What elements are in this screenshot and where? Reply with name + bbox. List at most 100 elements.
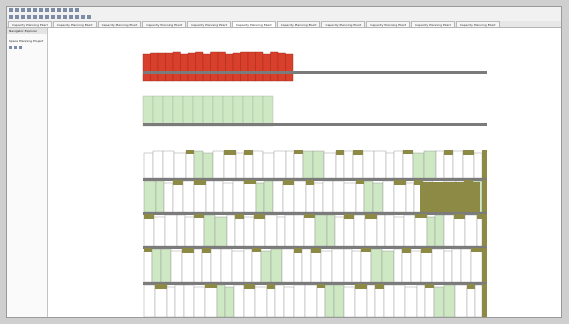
product-top-stock[interactable] [155, 284, 167, 289]
product-facing[interactable] [305, 180, 315, 213]
toolbar-icon[interactable] [69, 15, 73, 19]
product-facing[interactable] [270, 51, 279, 82]
product-top-stock[interactable] [444, 150, 453, 155]
product-facing[interactable] [281, 248, 295, 283]
product-facing[interactable] [362, 150, 375, 179]
refresh-icon[interactable] [19, 46, 22, 49]
product-facing[interactable] [313, 182, 324, 213]
product-facing[interactable] [352, 152, 364, 179]
product-top-stock[interactable] [375, 284, 384, 289]
shelf-icon[interactable] [45, 8, 49, 12]
product-facing[interactable] [152, 95, 164, 127]
product-facing[interactable] [254, 286, 268, 317]
product-top-stock[interactable] [244, 180, 256, 184]
product-facing-highlight[interactable] [302, 150, 314, 179]
product-facing[interactable] [274, 284, 285, 317]
product-top-stock[interactable] [294, 150, 303, 154]
product-top-stock[interactable] [311, 248, 321, 253]
product-facing[interactable] [262, 53, 271, 82]
product-facing[interactable] [343, 214, 355, 247]
product-facing[interactable] [152, 150, 164, 179]
product-facing[interactable] [264, 214, 278, 247]
product-facing[interactable] [293, 250, 303, 283]
product-facing[interactable] [277, 52, 286, 82]
product-top-stock[interactable] [144, 248, 152, 252]
product-facing[interactable] [466, 286, 476, 317]
product-facing-highlight[interactable] [326, 214, 336, 247]
toolbar-icon[interactable] [21, 15, 25, 19]
product-facing[interactable] [460, 248, 472, 283]
product-facing-highlight[interactable] [443, 284, 456, 317]
product-facing[interactable] [223, 150, 237, 179]
product-facing[interactable] [316, 286, 326, 317]
product-top-stock[interactable] [477, 214, 482, 219]
product-facing[interactable] [331, 248, 345, 283]
product-facing[interactable] [234, 214, 245, 247]
product-facing[interactable] [402, 150, 414, 179]
product-facing[interactable] [464, 214, 478, 247]
product-facing[interactable] [420, 248, 433, 283]
product-top-stock[interactable] [304, 214, 315, 218]
product-facing-highlight[interactable] [160, 248, 172, 283]
product-facing[interactable] [474, 284, 483, 317]
product-facing-highlight[interactable] [255, 182, 265, 213]
product-facing[interactable] [143, 214, 155, 247]
product-facing[interactable] [293, 180, 307, 213]
product-facing[interactable] [243, 248, 253, 283]
product-facing[interactable] [162, 95, 174, 127]
product-facing[interactable] [172, 180, 184, 213]
fixture-edge[interactable] [482, 180, 487, 212]
file-icon[interactable] [9, 8, 13, 12]
product-facing-highlight[interactable] [203, 214, 216, 247]
product-facing[interactable] [405, 182, 415, 213]
product-facing[interactable] [351, 250, 362, 283]
product-facing[interactable] [473, 152, 483, 179]
product-facing[interactable] [185, 150, 195, 179]
product-facing[interactable] [173, 152, 187, 179]
save-icon[interactable] [15, 8, 19, 12]
fixture-edge[interactable] [482, 284, 487, 317]
collapse-icon[interactable] [14, 46, 17, 49]
product-facing[interactable] [414, 214, 428, 247]
product-facing[interactable] [232, 95, 244, 127]
tab-document[interactable]: Capacity Planning Ekart [142, 21, 187, 27]
undo-icon[interactable] [21, 8, 25, 12]
toolbar-icon[interactable] [57, 8, 61, 12]
product-facing-highlight[interactable] [324, 284, 335, 317]
product-top-stock[interactable] [467, 284, 475, 289]
fixture-edge[interactable] [482, 248, 487, 282]
product-facing[interactable] [353, 214, 366, 247]
product-facing[interactable] [435, 150, 445, 179]
product-facing[interactable] [470, 250, 483, 283]
product-facing-highlight[interactable] [426, 216, 436, 247]
product-facing[interactable] [247, 51, 256, 82]
product-facing-highlight[interactable] [155, 180, 165, 213]
product-facing[interactable] [393, 248, 403, 283]
product-facing[interactable] [231, 250, 245, 283]
product-facing[interactable] [431, 248, 445, 283]
product-facing[interactable] [283, 286, 295, 317]
product-facing[interactable] [355, 180, 365, 213]
product-facing[interactable] [266, 284, 276, 317]
product-facing[interactable] [285, 53, 294, 82]
product-facing-highlight[interactable] [216, 284, 226, 317]
product-facing[interactable] [232, 52, 241, 82]
toolbar-icon[interactable] [75, 8, 79, 12]
product-facing-highlight[interactable] [314, 214, 328, 247]
fixture-edge[interactable] [482, 150, 487, 178]
product-top-stock[interactable] [355, 284, 367, 289]
product-facing[interactable] [373, 150, 387, 179]
toolbar-icon[interactable] [33, 15, 37, 19]
product-top-stock[interactable] [317, 284, 325, 288]
product-top-stock[interactable] [353, 150, 363, 155]
product-facing[interactable] [293, 152, 304, 179]
product-facing[interactable] [183, 284, 195, 317]
product-facing[interactable] [210, 248, 222, 283]
product-facing[interactable] [225, 53, 234, 82]
product-facing[interactable] [410, 250, 422, 283]
product-facing[interactable] [393, 284, 406, 317]
product-facing[interactable] [213, 180, 224, 213]
product-facing[interactable] [205, 180, 215, 213]
planogram-drawing[interactable] [48, 28, 562, 318]
product-facing-highlight[interactable] [433, 286, 445, 317]
